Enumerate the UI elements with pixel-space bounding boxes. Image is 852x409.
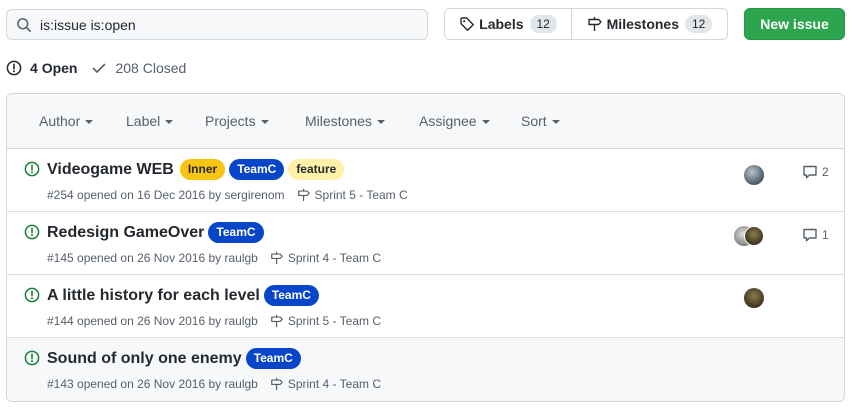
issue-meta: #254 opened on 16 Dec 2016 by sergirenom (47, 188, 285, 202)
comment-icon (803, 165, 817, 179)
comment-count: 2 (822, 165, 829, 179)
label-filter-label: Label (126, 113, 161, 129)
milestone-icon (587, 17, 602, 31)
assignee-filter-label: Assignee (419, 113, 477, 129)
search-input[interactable] (40, 16, 410, 33)
author-filter[interactable]: Author (39, 113, 94, 129)
issue-row: Sound of only one enemy TeamC #143 opene… (7, 338, 844, 401)
comments-link[interactable]: 1 (802, 227, 829, 243)
milestones-filter-label: Milestones (305, 113, 372, 129)
labels-count: 12 (529, 15, 557, 33)
milestone-link[interactable]: Sprint 5 - Team C (270, 314, 381, 328)
milestone-link[interactable]: Sprint 4 - Team C (270, 377, 381, 391)
issue-open-icon (6, 60, 22, 76)
sort-filter-label: Sort (521, 113, 547, 129)
open-issues-tab[interactable]: 4 Open (6, 60, 77, 76)
milestone-link[interactable]: Sprint 4 - Team C (270, 251, 381, 265)
tag-icon (460, 17, 475, 31)
label-inner[interactable]: Inner (179, 159, 226, 180)
issue-title[interactable]: A little history for each level (47, 287, 260, 305)
caret-down-icon (260, 119, 269, 124)
issue-title[interactable]: Redesign GameOver (47, 224, 204, 242)
milestone-label: Sprint 5 - Team C (287, 314, 381, 328)
label-teamc[interactable]: TeamC (229, 159, 285, 180)
comment-count: 1 (822, 228, 829, 242)
avatar[interactable] (744, 226, 764, 246)
label-filter[interactable]: Label (126, 113, 174, 129)
open-label: Open (41, 60, 78, 76)
closed-label: Closed (142, 60, 187, 76)
search-box[interactable] (6, 9, 428, 40)
comments-link[interactable]: 2 (802, 164, 829, 180)
check-icon (93, 63, 106, 73)
label-teamc[interactable]: TeamC (245, 348, 301, 369)
milestone-icon (270, 314, 283, 328)
filter-bar: Author Label Projects Milestones Assigne… (7, 94, 844, 149)
milestone-icon (297, 188, 310, 202)
issue-meta: #143 opened on 26 Nov 2016 by raulgb (47, 377, 258, 391)
issues-list: Author Label Projects Milestones Assigne… (6, 93, 845, 402)
issue-row: A little history for each level TeamC #1… (7, 275, 844, 338)
closed-count: 208 (115, 60, 139, 76)
issue-state-tabs: 4 Open 208 Closed (6, 58, 186, 78)
labels-milestones-group: Labels 12 Milestones 12 (444, 8, 728, 40)
milestones-button-label: Milestones (606, 16, 679, 32)
assignee-filter[interactable]: Assignee (419, 113, 490, 129)
closed-issues-tab[interactable]: 208 Closed (91, 60, 186, 76)
issue-open-icon (24, 224, 40, 240)
milestones-button[interactable]: Milestones 12 (572, 9, 727, 39)
caret-down-icon (376, 119, 385, 124)
milestone-label: Sprint 4 - Team C (287, 251, 381, 265)
issue-meta: #144 opened on 26 Nov 2016 by raulgb (47, 314, 258, 328)
author-filter-label: Author (39, 113, 81, 129)
label-teamc[interactable]: TeamC (208, 222, 264, 243)
issue-open-icon (24, 287, 40, 303)
projects-filter-label: Projects (205, 113, 256, 129)
caret-down-icon (85, 119, 94, 124)
milestone-icon (270, 377, 283, 391)
caret-down-icon (165, 119, 174, 124)
projects-filter[interactable]: Projects (205, 113, 269, 129)
issue-open-icon (24, 161, 40, 177)
milestones-filter[interactable]: Milestones (305, 113, 385, 129)
search-icon (16, 17, 32, 33)
new-issue-button[interactable]: New issue (744, 8, 845, 40)
labels-button[interactable]: Labels 12 (445, 9, 572, 39)
caret-down-icon (481, 119, 490, 124)
issue-row: Redesign GameOver TeamC #145 opened on 2… (7, 212, 844, 275)
milestone-label: Sprint 5 - Team C (314, 188, 408, 202)
caret-down-icon (551, 119, 560, 124)
issue-title[interactable]: Videogame WEB (47, 161, 174, 179)
milestone-label: Sprint 4 - Team C (287, 377, 381, 391)
milestones-count: 12 (685, 15, 713, 33)
milestone-icon (270, 251, 283, 265)
comment-icon (803, 228, 817, 242)
labels-button-label: Labels (479, 16, 524, 32)
milestone-link[interactable]: Sprint 5 - Team C (297, 188, 408, 202)
label-teamc[interactable]: TeamC (263, 285, 319, 306)
issue-row: Videogame WEB Inner TeamC feature #254 o… (7, 149, 844, 212)
sort-filter[interactable]: Sort (521, 113, 560, 129)
issue-meta: #145 opened on 26 Nov 2016 by raulgb (47, 251, 258, 265)
issue-title[interactable]: Sound of only one enemy (47, 350, 242, 368)
label-feature[interactable]: feature (288, 159, 345, 180)
avatar[interactable] (744, 288, 764, 308)
avatar[interactable] (744, 165, 764, 185)
open-count: 4 (30, 60, 38, 76)
issue-open-icon (24, 350, 40, 366)
